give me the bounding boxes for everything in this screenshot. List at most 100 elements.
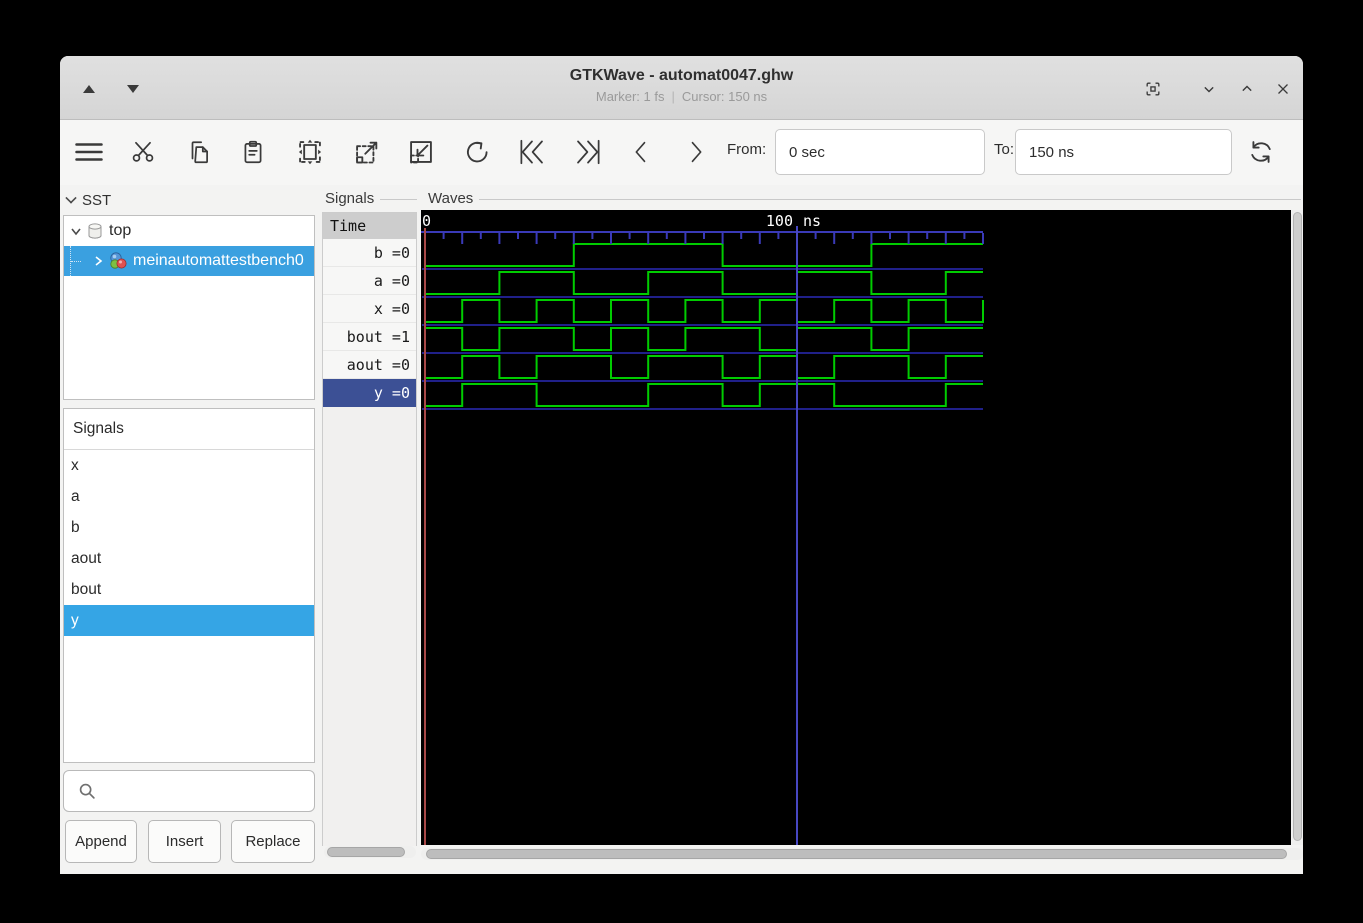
signal-name: y [71,612,79,630]
sst-tree: top meinautomattestbench0 [63,215,315,400]
signals-value-box: Time b =0 a =0 x =0 bout =1 aout =0 y =0 [322,212,417,846]
maximize-icon [1143,79,1163,99]
reload-icon [1247,138,1275,166]
tree-item-top[interactable]: top [64,216,314,246]
append-button[interactable]: Append [65,820,137,863]
signal-list-item-a[interactable]: a [64,481,314,512]
trace-row-a[interactable]: a =0 [323,267,416,295]
copy-button[interactable] [180,133,218,171]
cut-button[interactable] [124,133,162,171]
tree-item-testbench[interactable]: meinautomattestbench0 [64,246,314,276]
trace-value: a =0 [374,272,410,290]
trace-row-x[interactable]: x =0 [323,295,416,323]
signal-name: x [71,457,79,475]
trace-row-b[interactable]: b =0 [323,239,416,267]
signal-list-item-aout[interactable]: aout [64,543,314,574]
chevron-down-icon [65,192,76,203]
chevron-right-icon [682,138,710,166]
waves-hscrollbar[interactable] [421,848,1303,860]
window-subtitle: Marker: 1 fs|Cursor: 150 ns [60,89,1303,104]
signal-list: Signals x a b aout bout y [63,408,315,763]
svg-text:0: 0 [422,212,431,230]
frame-line [380,199,417,200]
sst-label: SST [82,192,111,209]
tree-item-label: top [109,222,131,240]
trace-value: y =0 [374,384,410,402]
paste-icon [240,139,266,165]
signal-name: aout [71,550,101,568]
trace-row-y[interactable]: y =0 [323,379,416,407]
expander-down-icon [70,225,82,237]
subtitle-separator: | [664,89,681,104]
frame-line [479,199,1301,200]
roll-down-button[interactable] [1194,74,1224,104]
signals-frame-label: Signals [325,190,374,207]
titlebar: GTKWave - automat0047.ghw Marker: 1 fs|C… [60,56,1303,120]
from-input[interactable]: 0 sec [775,129,985,175]
tree-guide-line [70,246,86,276]
undo-button[interactable] [458,133,496,171]
signal-list-item-bout[interactable]: bout [64,574,314,605]
skip-to-start-button[interactable] [513,133,551,171]
zoom-out-icon [407,138,435,166]
signal-name: b [71,519,80,537]
toolbar: From: 0 sec To: 150 ns [60,120,1303,185]
to-input[interactable]: 150 ns [1015,129,1232,175]
from-value: 0 sec [789,144,825,161]
trace-value: b =0 [374,244,410,262]
roll-up-button[interactable] [1232,74,1262,104]
chevron-up-icon [1237,79,1257,99]
signals-value-panel: Signals Time b =0 a =0 x =0 bout =1 aout… [322,185,417,874]
copy-icon [186,139,212,165]
paste-button[interactable] [234,133,272,171]
sst-expander[interactable]: SST [64,188,111,212]
trace-row-aout[interactable]: aout =0 [323,351,416,379]
wave-canvas[interactable]: 0100ns [421,210,1291,845]
cut-icon [130,139,156,165]
zoom-in-icon [353,138,381,166]
zoom-in-button[interactable] [348,133,386,171]
menu-button[interactable] [70,133,108,171]
expander-right-icon [92,255,104,267]
reload-button[interactable] [1242,133,1280,171]
skip-to-end-button[interactable] [569,133,607,171]
trace-row-bout[interactable]: bout =1 [323,323,416,351]
gtkwave-window: GTKWave - automat0047.ghw Marker: 1 fs|C… [60,56,1303,874]
next-edge-button[interactable] [677,133,715,171]
skip-to-end-icon [573,137,603,167]
signal-list-item-x[interactable]: x [64,450,314,481]
trace-value: aout =0 [347,356,410,374]
svg-text:100: 100 [766,212,793,230]
append-label: Append [75,833,127,850]
zoom-out-button[interactable] [402,133,440,171]
replace-button[interactable]: Replace [231,820,315,863]
insert-button[interactable]: Insert [148,820,221,863]
zoom-fit-icon [296,138,324,166]
signal-search-input[interactable] [63,770,315,812]
undo-icon [463,138,491,166]
tree-item-label: meinautomattestbench0 [133,252,304,270]
hierarchy-icon [86,222,104,240]
signal-list-item-b[interactable]: b [64,512,314,543]
time-header[interactable]: Time [323,213,416,239]
window-title: GTKWave - automat0047.ghw [60,67,1303,85]
prev-edge-button[interactable] [622,133,660,171]
module-spheres-icon [108,251,128,271]
signals-hscrollbar[interactable] [324,846,416,858]
cursor-status: Cursor: 150 ns [682,89,767,104]
scrollbar-thumb[interactable] [1293,212,1302,841]
signal-list-item-y[interactable]: y [64,605,314,636]
menu-icon [72,137,106,167]
scrollbar-thumb[interactable] [327,847,405,857]
skip-to-start-icon [517,137,547,167]
to-label: To: [994,141,1014,158]
chevron-down-icon [1199,79,1219,99]
close-button[interactable] [1268,74,1298,104]
marker-status: Marker: 1 fs [596,89,665,104]
waves-vscrollbar[interactable] [1292,210,1303,845]
maximize-button[interactable] [1138,74,1168,104]
scrollbar-thumb[interactable] [426,849,1287,859]
signal-name: bout [71,581,101,599]
to-value: 150 ns [1029,144,1074,161]
zoom-fit-button[interactable] [291,133,329,171]
